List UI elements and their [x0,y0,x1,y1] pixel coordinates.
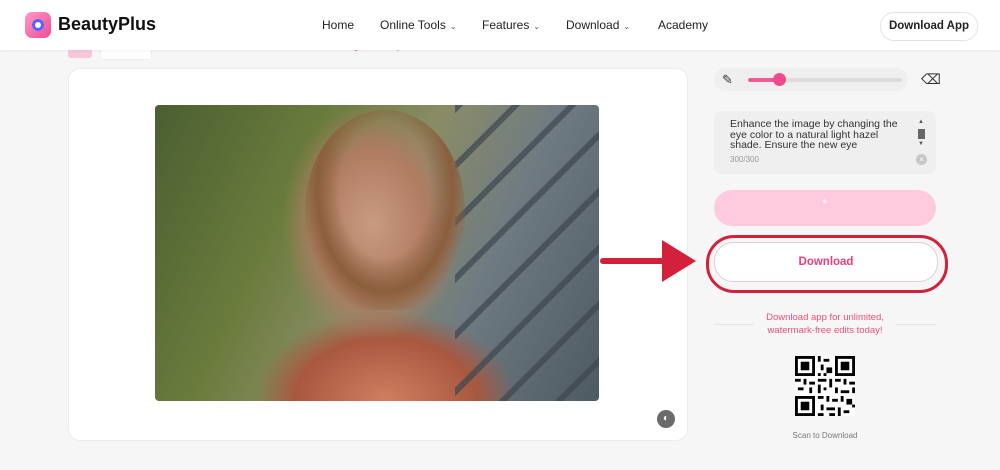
download-button[interactable]: Download [714,242,938,282]
nav-academy[interactable]: Academy [658,18,708,32]
photo-railing [455,105,599,401]
nav-download[interactable]: Download ⌄ [566,18,630,32]
prompt-scrollbar-thumb[interactable] [918,129,925,139]
prompt-text[interactable]: Enhance the image by changing the eye co… [730,119,905,151]
chevron-down-icon: ⌄ [623,22,631,31]
nav-features[interactable]: Features ⌄ [482,18,540,32]
compare-icon[interactable]: ◐ [657,410,675,428]
app-promo-text: Download app for unlimited, watermark-fr… [766,312,884,336]
scan-to-download-label: Scan to Download [792,431,858,440]
brush-icon: ✎ [722,72,733,87]
qr-code [795,356,855,416]
top-navigation-bar: BeautyPlus Home Online Tools ⌄ Features ⌄ … [0,0,1000,50]
generate-button[interactable]: ✦ [714,190,936,226]
clear-icon[interactable]: × [916,154,927,165]
brush-size-handle[interactable] [773,73,786,86]
photo-subject [305,110,465,310]
nav-online-tools[interactable]: Online Tools ⌄ [380,18,457,32]
generate-button-icon: ✦ [820,197,830,208]
annotation-arrow-head [662,240,696,282]
scroll-down-arrow-icon[interactable]: ▼ [918,141,924,147]
eraser-icon[interactable]: ⌫ [921,71,941,88]
chevron-down-icon: ⌄ [449,22,457,31]
edited-photo [155,105,599,401]
download-app-button[interactable]: Download App [880,12,978,41]
chevron-down-icon: ⌄ [533,22,541,31]
beautyplus-logo-icon[interactable] [25,12,51,38]
scroll-up-arrow-icon[interactable]: ▲ [918,119,924,125]
brand-name[interactable]: BeautyPlus [58,14,156,35]
annotation-arrow-shaft [600,258,670,264]
nav-home[interactable]: Home [322,18,354,32]
character-counter: 300/300 [730,155,759,164]
